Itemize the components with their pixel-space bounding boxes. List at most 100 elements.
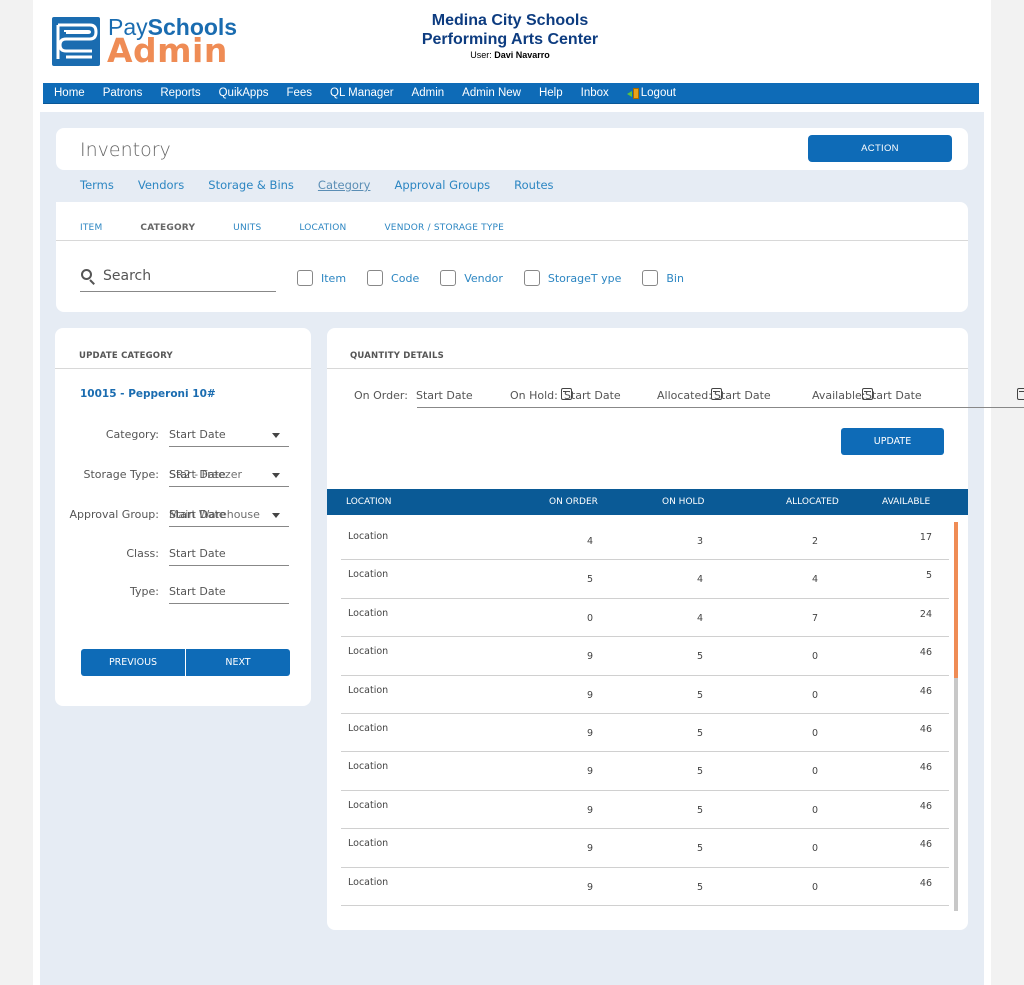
subnav-category[interactable]: Category: [318, 178, 371, 192]
table-row[interactable]: Location 9 5 0 46: [341, 791, 949, 830]
selected-item-name: 10015 - Pepperoni 10#: [80, 388, 216, 400]
filter-code[interactable]: Code: [367, 270, 419, 286]
col-location[interactable]: LOCATION: [346, 497, 392, 507]
cell-on-order: 9: [587, 689, 594, 701]
class-input[interactable]: Start Date: [169, 542, 289, 566]
filter-item[interactable]: Item: [297, 270, 346, 286]
quantity-details-heading: QUANTITY DETAILS: [350, 351, 444, 361]
subnav-routes[interactable]: Routes: [514, 178, 553, 192]
table-row[interactable]: Location 5 4 4 5: [341, 560, 949, 599]
nav-quikapps[interactable]: QuikApps: [219, 87, 269, 99]
filter-code-checkbox[interactable]: [367, 270, 384, 286]
quantity-table-body: Location 4 3 2 17 Location 5 4 4 5 Location 0 4 7 24 Lo…: [341, 522, 949, 906]
filter-storage-type-label: StorageT ype: [547, 271, 622, 285]
nav-ql-manager[interactable]: QL Manager: [330, 87, 394, 99]
cell-on-hold: 5: [697, 727, 704, 739]
type-field-row: Type: Start Date: [55, 580, 311, 604]
cell-on-order: 9: [587, 843, 594, 855]
on-hold-input[interactable]: Start Date: [564, 389, 621, 402]
col-allocated[interactable]: ALLOCATED: [786, 497, 839, 507]
table-scrollbar-thumb[interactable]: [954, 522, 958, 678]
cell-location: Location: [348, 531, 389, 542]
subnav-approval-groups[interactable]: Approval Groups: [394, 178, 490, 192]
nav-inbox[interactable]: Inbox: [581, 87, 609, 99]
payschools-admin-logo[interactable]: PaySchools Admin: [52, 14, 242, 70]
approval-group-select[interactable]: Start Date Main Warehouse: [169, 503, 289, 527]
subnav-terms[interactable]: Terms: [80, 178, 114, 192]
nav-help[interactable]: Help: [539, 87, 563, 99]
nav-fees[interactable]: Fees: [286, 87, 312, 99]
filter-bin-checkbox[interactable]: [642, 270, 659, 286]
table-scrollbar[interactable]: [954, 522, 958, 911]
filter-bin-label: Bin: [666, 271, 684, 285]
category-select[interactable]: Start Date: [169, 423, 289, 447]
subnav-vendors[interactable]: Vendors: [138, 178, 184, 192]
allocated-input[interactable]: Start Date: [714, 389, 771, 402]
cell-allocated: 7: [812, 612, 819, 624]
nav-reports[interactable]: Reports: [160, 87, 200, 99]
search-filters: Item Code Vendor StorageT ype Bin: [297, 270, 705, 286]
content-area: Inventory ACTION Terms Vendors Storage &…: [40, 112, 1024, 985]
cell-on-order: 9: [587, 881, 594, 893]
table-row[interactable]: Location 9 5 0 46: [341, 829, 949, 868]
table-row[interactable]: Location 9 5 0 46: [341, 868, 949, 906]
calendar-icon[interactable]: [1017, 388, 1024, 400]
type-label: Type:: [130, 585, 159, 598]
filter-vendor-checkbox[interactable]: [440, 270, 457, 286]
nav-home[interactable]: Home: [54, 87, 85, 99]
next-button[interactable]: NEXT: [186, 649, 290, 676]
table-row[interactable]: Location 9 5 0 46: [341, 637, 949, 676]
storage-type-label: Storage Type:: [83, 468, 159, 481]
storage-type-field-row: Storage Type: Start Date SR2 - Freezer: [55, 463, 311, 487]
search-input[interactable]: [103, 267, 263, 284]
logout-icon: [626, 87, 639, 99]
available-input[interactable]: Start Date: [865, 389, 922, 402]
type-input[interactable]: Start Date: [169, 580, 289, 604]
cell-on-hold: 4: [697, 574, 704, 586]
storage-type-select[interactable]: Start Date SR2 - Freezer: [169, 463, 289, 487]
search-box: [80, 260, 276, 292]
quantity-table-header: LOCATION ON ORDER ON HOLD ALLOCATED AVAI…: [327, 489, 968, 515]
tab-item[interactable]: ITEM: [80, 223, 102, 233]
subnav-storage-bins[interactable]: Storage & Bins: [208, 178, 294, 192]
cell-location: Location: [348, 876, 389, 888]
on-order-input[interactable]: Start Date: [416, 389, 473, 402]
search-card: ITEM CATEGORY UNITS LOCATION VENDOR / ST…: [56, 202, 968, 312]
cell-allocated: 0: [812, 689, 819, 701]
nav-admin-new[interactable]: Admin New: [462, 87, 521, 99]
table-row[interactable]: Location 9 5 0 46: [341, 714, 949, 753]
col-available[interactable]: AVAILABLE: [882, 497, 930, 507]
filter-bin[interactable]: Bin: [642, 270, 684, 286]
inventory-header-card: Inventory ACTION: [56, 128, 968, 170]
table-row[interactable]: Location 4 3 2 17: [341, 522, 949, 561]
filter-item-checkbox[interactable]: [297, 270, 313, 286]
tab-category[interactable]: CATEGORY: [140, 223, 195, 233]
nav-admin[interactable]: Admin: [412, 87, 445, 99]
page-title: Inventory: [80, 139, 171, 161]
logout-label: Logout: [640, 87, 676, 99]
on-order-label: On Order:: [354, 389, 408, 402]
tab-vendor-storage-type[interactable]: VENDOR / STORAGE TYPE: [384, 223, 504, 233]
previous-button[interactable]: PREVIOUS: [81, 649, 185, 676]
approval-group-label: Approval Group:: [69, 508, 160, 521]
update-button[interactable]: UPDATE: [841, 428, 944, 455]
table-row[interactable]: Location 9 5 0 46: [341, 752, 949, 791]
filter-storage-type[interactable]: StorageT ype: [523, 270, 622, 286]
nav-patrons[interactable]: Patrons: [103, 87, 143, 99]
nav-logout[interactable]: Logout: [626, 87, 676, 99]
type-value: Start Date: [169, 585, 226, 598]
tab-location[interactable]: LOCATION: [299, 223, 346, 233]
tab-units[interactable]: UNITS: [233, 223, 261, 233]
filter-code-label: Code: [391, 271, 420, 285]
chevron-down-icon: [272, 473, 280, 478]
cell-available: 46: [919, 877, 932, 889]
col-on-order[interactable]: ON ORDER: [549, 497, 598, 507]
table-row[interactable]: Location 0 4 7 24: [341, 599, 949, 638]
cell-location: Location: [348, 607, 389, 619]
cell-allocated: 0: [812, 651, 819, 663]
filter-storage-type-checkbox[interactable]: [523, 270, 540, 286]
filter-vendor[interactable]: Vendor: [440, 270, 503, 286]
table-row[interactable]: Location 9 5 0 46: [341, 676, 949, 714]
col-on-hold[interactable]: ON HOLD: [662, 497, 704, 507]
action-button[interactable]: ACTION: [808, 135, 952, 162]
